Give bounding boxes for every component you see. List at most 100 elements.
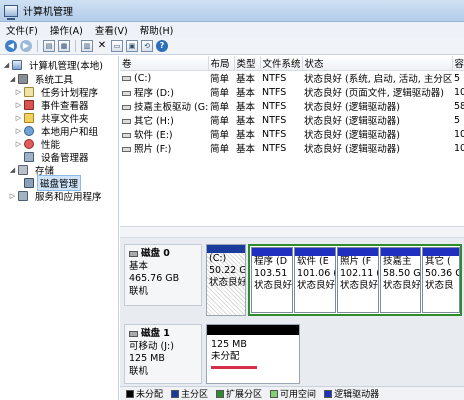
volume-cell: 其它 (H:) — [120, 113, 208, 127]
disk-icon — [129, 331, 138, 338]
legend-item: 扩展分区 — [216, 387, 266, 400]
device-manager-icon — [24, 151, 34, 162]
volume-cell: 技嘉主板驱动 (G:) — [120, 99, 208, 113]
toolbar: ◀ ▶ ▤ ▦ ▥ ✕ ▭ ▣ ⟲ ? — [0, 38, 464, 55]
collapse-icon[interactable]: ◢ — [8, 166, 17, 174]
capacity-cell: 10 — [454, 86, 464, 98]
collapse-icon[interactable]: ◢ — [8, 75, 17, 83]
filesystem-cell: NTFS — [262, 128, 287, 140]
computer-management-icon — [4, 4, 18, 20]
menu-help[interactable]: 帮助(H) — [140, 23, 174, 37]
disk-0-info[interactable]: 磁盘 0 基本 465.76 GB 联机 — [124, 244, 202, 306]
expand-icon[interactable]: ▷ — [14, 140, 23, 148]
menu-file[interactable]: 文件(F) — [6, 23, 38, 37]
disk-icon — [129, 251, 138, 258]
disk-0-name: 磁盘 0 — [129, 248, 197, 261]
partition-e[interactable]: 软件 (E 101.06 ( 状态良好 — [294, 247, 336, 313]
disk-graphical-view: 磁盘 0 基本 465.76 GB 联机 (C:) 50.22 G 状态良好 程… — [120, 238, 464, 386]
legend-label: 主分区 — [181, 390, 209, 400]
expand-icon[interactable]: ▷ — [14, 88, 23, 96]
disk-size: 125 MB — [129, 353, 165, 364]
column-header-volume[interactable]: 卷 — [120, 56, 209, 71]
disk-type: 基本 — [129, 260, 149, 272]
tree-icon[interactable]: ▥ — [81, 40, 93, 52]
expand-icon[interactable]: ▷ — [14, 101, 23, 109]
layout-cell: 简单 — [210, 116, 230, 127]
folder-open-icon[interactable]: ▭ — [111, 40, 123, 52]
forward-icon[interactable]: ▶ — [20, 40, 32, 52]
save-icon[interactable]: ▣ — [126, 40, 138, 52]
pane-splitter[interactable] — [120, 226, 464, 238]
tree-item-computer-management[interactable]: ◢ 计算机管理(本地) — [2, 58, 107, 72]
status-cell: 状态良好 (系统, 启动, 活动, 主分区) — [304, 74, 452, 85]
table-row[interactable]: 软件 (E:) 简单 基本 NTFS 状态良好 (逻辑驱动器) 10 — [120, 127, 464, 141]
partition-name: 程序 (D — [254, 256, 288, 267]
up-icon[interactable]: ▤ — [43, 40, 55, 52]
filesystem-cell: NTFS — [262, 72, 287, 84]
filesystem-cell: NTFS — [262, 142, 287, 154]
partition-f[interactable]: 照片 (F 102.11 ( 状态良好 — [337, 247, 379, 313]
partition-unallocated[interactable]: 125 MB 未分配 — [206, 324, 300, 384]
partition-status: 状态良好 — [209, 277, 245, 288]
selection-underline — [211, 366, 257, 369]
drive-icon — [122, 75, 131, 81]
layout-cell: 简单 — [210, 130, 230, 141]
primary-partition-strip — [207, 245, 245, 253]
volume-name: (C:) — [134, 72, 152, 84]
help-icon[interactable]: ? — [156, 40, 168, 52]
event-viewer-icon — [24, 99, 34, 110]
partition-c[interactable]: (C:) 50.22 G 状态良好 — [206, 244, 246, 316]
back-icon[interactable]: ◀ — [5, 40, 17, 52]
table-row[interactable]: 照片 (F:) 简单 基本 NTFS 状态良好 (逻辑驱动器) 10 — [120, 141, 464, 155]
performance-icon — [24, 138, 34, 149]
partition-status: 状态良 — [425, 280, 454, 291]
disk-status: 联机 — [129, 365, 149, 377]
filesystem-cell: NTFS — [262, 100, 287, 112]
expand-icon[interactable]: ▷ — [8, 192, 17, 200]
storage-icon — [18, 164, 28, 175]
collapse-icon[interactable]: ◢ — [2, 61, 11, 69]
type-cell: 基本 — [236, 88, 256, 99]
table-row[interactable]: 程序 (D:) 简单 基本 NTFS 状态良好 (页面文件, 逻辑驱动器) 10 — [120, 85, 464, 99]
users-icon — [24, 125, 34, 136]
partition-h[interactable]: 其它 ( 50.36 G 状态良 — [422, 247, 460, 313]
menu-bar: 文件(F) 操作(A) 查看(V) 帮助(H) — [0, 22, 464, 38]
legend-label: 扩展分区 — [226, 390, 263, 400]
title-bar: 计算机管理 — [0, 0, 464, 22]
column-header-capacity[interactable]: 容 — [452, 56, 464, 71]
column-header-layout[interactable]: 布局 — [208, 56, 235, 71]
logical-drive-strip — [423, 248, 459, 256]
menu-action[interactable]: 操作(A) — [50, 23, 83, 37]
properties-icon[interactable]: ▦ — [58, 40, 70, 52]
expand-icon[interactable]: ▷ — [14, 127, 23, 135]
partition-name: 其它 ( — [425, 256, 451, 267]
column-header-filesystem[interactable]: 文件系统 — [260, 56, 303, 71]
table-row[interactable]: 技嘉主板驱动 (G:) 简单 基本 NTFS 状态良好 (逻辑驱动器) 58 — [120, 99, 464, 113]
column-header-type[interactable]: 类型 — [234, 56, 261, 71]
column-header-status[interactable]: 状态 — [302, 56, 453, 71]
drive-icon — [122, 147, 131, 152]
disk-type: 可移动 (J:) — [129, 340, 174, 352]
table-row[interactable]: 其它 (H:) 简单 基本 NTFS 状态良好 (逻辑驱动器) 5 — [120, 113, 464, 127]
menu-view[interactable]: 查看(V) — [95, 23, 128, 37]
logical-drive-strip — [381, 248, 420, 256]
table-row[interactable]: (C:) 简单 基本 NTFS 状态良好 (系统, 启动, 活动, 主分区) 5 — [120, 71, 464, 85]
partition-size: 58.50 G — [383, 268, 420, 279]
volume-name: 技嘉主板驱动 (G:) — [134, 102, 208, 113]
volume-table: 卷 布局 类型 文件系统 状态 容 (C:) 简单 基本 NTFS 状态良好 (… — [120, 56, 464, 155]
primary-swatch — [171, 389, 180, 398]
delete-icon[interactable]: ✕ — [96, 40, 108, 52]
refresh-icon[interactable]: ⟲ — [141, 40, 153, 52]
partition-size: 103.51 — [254, 268, 288, 279]
disk-1-info[interactable]: 磁盘 1 可移动 (J:) 125 MB 联机 — [124, 324, 202, 384]
drive-icon — [122, 105, 131, 110]
disk-1-name: 磁盘 1 — [129, 328, 197, 341]
status-cell: 状态良好 (逻辑驱动器) — [304, 116, 400, 127]
free-space-swatch — [270, 389, 279, 398]
partition-d[interactable]: 程序 (D 103.51 状态良好 — [251, 247, 293, 313]
tree-item-services-applications[interactable]: ▷ 服务和应用程序 — [8, 189, 106, 203]
tools-icon — [18, 73, 28, 84]
volume-cell: 程序 (D:) — [120, 85, 208, 99]
expand-icon[interactable]: ▷ — [14, 114, 23, 122]
partition-g[interactable]: 技嘉主 58.50 G 状态良好 — [380, 247, 421, 313]
